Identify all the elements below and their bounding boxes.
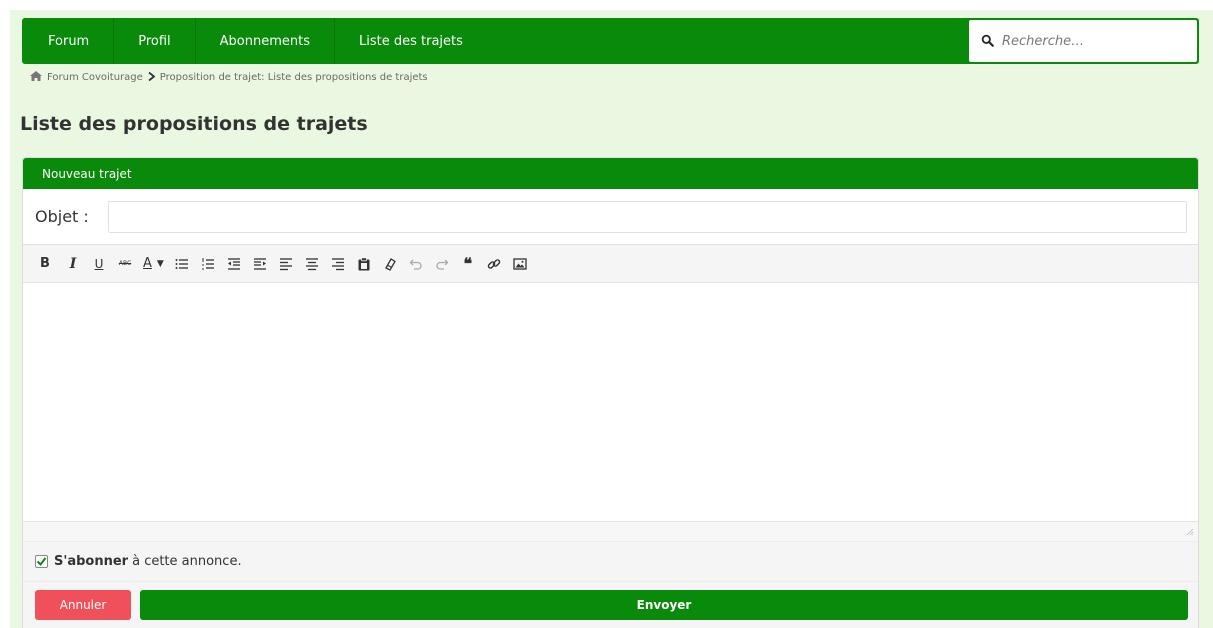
subject-input[interactable] — [108, 200, 1187, 233]
cancel-button[interactable]: Annuler — [35, 590, 131, 620]
breadcrumb: Forum Covoiturage Proposition de trajet:… — [30, 71, 428, 84]
resize-handle-icon[interactable] — [1186, 528, 1194, 536]
form-actions: Annuler Envoyer — [23, 582, 1198, 628]
nav-item-abonnements[interactable]: Abonnements — [196, 18, 336, 64]
new-trip-form: Nouveau trajet Objet : B I U ABC A ▼ ❝ S… — [22, 157, 1199, 628]
caret-down-icon: ▼ — [156, 258, 164, 269]
undo-icon[interactable] — [406, 252, 426, 276]
indent-icon[interactable] — [250, 252, 270, 276]
bullet-list-icon[interactable] — [172, 252, 192, 276]
editor-toolbar: B I U ABC A ▼ ❝ — [23, 245, 1198, 283]
font-color-label: A — [143, 256, 152, 271]
numbered-list-icon[interactable] — [198, 252, 218, 276]
top-navbar: Forum Profil Abonnements Liste des traje… — [22, 18, 1199, 64]
page-title: Liste des propositions de trajets — [20, 113, 368, 135]
search-box — [969, 20, 1197, 62]
editor-content-area[interactable] — [23, 283, 1198, 536]
chevron-right-icon — [148, 71, 156, 84]
paste-icon[interactable] — [354, 252, 374, 276]
checkmark-icon — [36, 557, 47, 567]
subscribe-row: S'abonner à cette annonce. — [23, 542, 1198, 582]
form-header: Nouveau trajet — [23, 158, 1198, 189]
home-icon[interactable] — [30, 71, 42, 84]
subject-label: Objet : — [35, 207, 89, 226]
subscribe-bold-label: S'abonner — [54, 554, 129, 569]
image-icon[interactable] — [510, 252, 530, 276]
nav-item-liste-trajets[interactable]: Liste des trajets — [335, 18, 487, 64]
quote-icon[interactable]: ❝ — [458, 252, 478, 276]
subscribe-label: à cette annonce. — [132, 554, 242, 569]
link-icon[interactable] — [484, 252, 504, 276]
search-icon[interactable] — [981, 32, 994, 51]
editor-statusbar — [23, 522, 1198, 542]
bold-button[interactable]: B — [35, 252, 55, 276]
redo-icon[interactable] — [432, 252, 452, 276]
align-left-icon[interactable] — [276, 252, 296, 276]
search-input[interactable] — [1002, 33, 1182, 49]
nav-item-profil[interactable]: Profil — [114, 18, 196, 64]
send-button[interactable]: Envoyer — [140, 590, 1188, 620]
underline-button[interactable]: U — [89, 252, 109, 276]
subject-row: Objet : — [23, 189, 1198, 245]
align-right-icon[interactable] — [328, 252, 348, 276]
strikethrough-button[interactable]: ABC — [115, 252, 135, 276]
font-color-button[interactable]: A ▼ — [143, 252, 164, 276]
breadcrumb-current[interactable]: Proposition de trajet: Liste des proposi… — [160, 72, 428, 83]
nav-item-forum[interactable]: Forum — [22, 18, 115, 64]
align-center-icon[interactable] — [302, 252, 322, 276]
italic-button[interactable]: I — [63, 252, 83, 276]
breadcrumb-root[interactable]: Forum Covoiturage — [47, 72, 143, 83]
eraser-icon[interactable] — [380, 252, 400, 276]
outdent-icon[interactable] — [224, 252, 244, 276]
subscribe-checkbox[interactable] — [35, 555, 48, 568]
